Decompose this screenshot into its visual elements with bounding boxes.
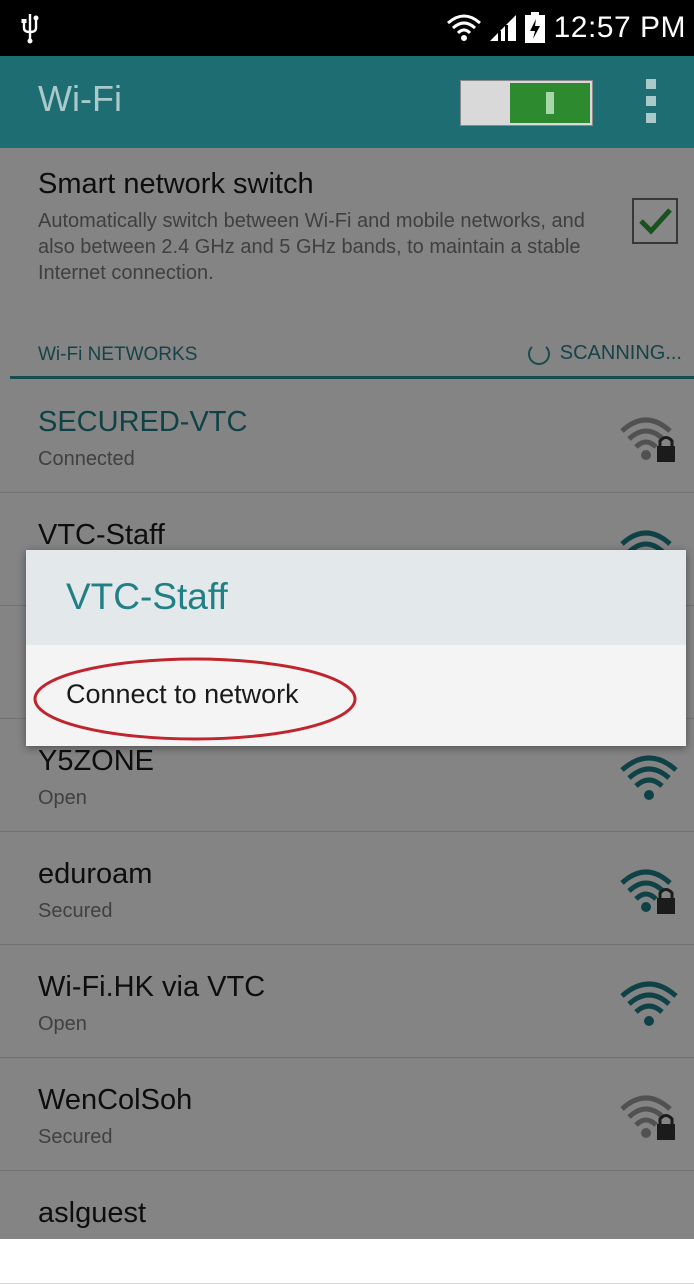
action-bar: Wi-Fi bbox=[0, 56, 694, 148]
wifi-toggle[interactable] bbox=[460, 80, 593, 126]
battery-charging-icon bbox=[524, 12, 545, 43]
status-bar: 12:57 PM bbox=[0, 0, 694, 56]
dialog-title: VTC-Staff bbox=[66, 576, 228, 617]
connect-to-network-option[interactable]: Connect to network bbox=[26, 645, 686, 746]
network-options-dialog: VTC-Staff Connect to network bbox=[26, 550, 686, 746]
toggle-thumb bbox=[510, 83, 590, 123]
usb-icon bbox=[21, 14, 39, 44]
wifi-icon bbox=[446, 14, 481, 41]
toggle-on-indicator bbox=[546, 92, 554, 114]
dialog-header: VTC-Staff bbox=[26, 550, 686, 645]
dialog-option-label: Connect to network bbox=[66, 679, 299, 709]
status-time: 12:57 PM bbox=[553, 11, 686, 44]
page-title: Wi-Fi bbox=[38, 78, 122, 119]
overflow-menu-icon[interactable] bbox=[640, 76, 662, 128]
cell-signal-icon bbox=[489, 15, 516, 41]
